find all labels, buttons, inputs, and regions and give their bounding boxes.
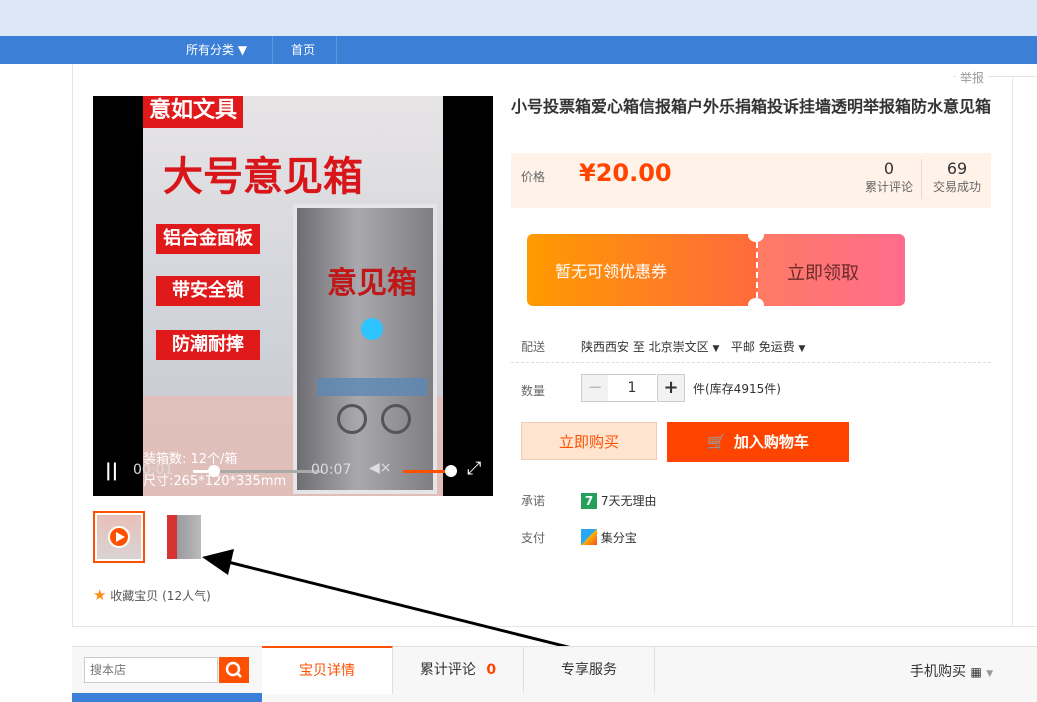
tab-services[interactable]: 专享服务	[524, 647, 655, 693]
tab-item-details[interactable]: 宝贝详情	[262, 646, 393, 694]
tab-reviews-label: 累计评论	[419, 662, 476, 678]
search-icon	[225, 661, 242, 678]
qr-code-icon: ▦	[970, 665, 982, 679]
mobile-buy-link[interactable]: 手机购买 ▦ ▼	[910, 661, 993, 681]
tab-reviews[interactable]: 累计评论 0	[393, 647, 524, 693]
tab-reviews-count: 0	[486, 662, 497, 678]
annotation-arrow	[202, 549, 677, 676]
shop-tab-bar: 宝贝详情 累计评论 0 专享服务 手机购买 ▦ ▼	[72, 646, 1037, 702]
mobile-buy-label: 手机购买	[910, 664, 966, 680]
shop-search-input[interactable]	[84, 657, 218, 683]
caret-down-icon: ▼	[986, 669, 994, 679]
shop-search-button[interactable]	[219, 657, 249, 683]
